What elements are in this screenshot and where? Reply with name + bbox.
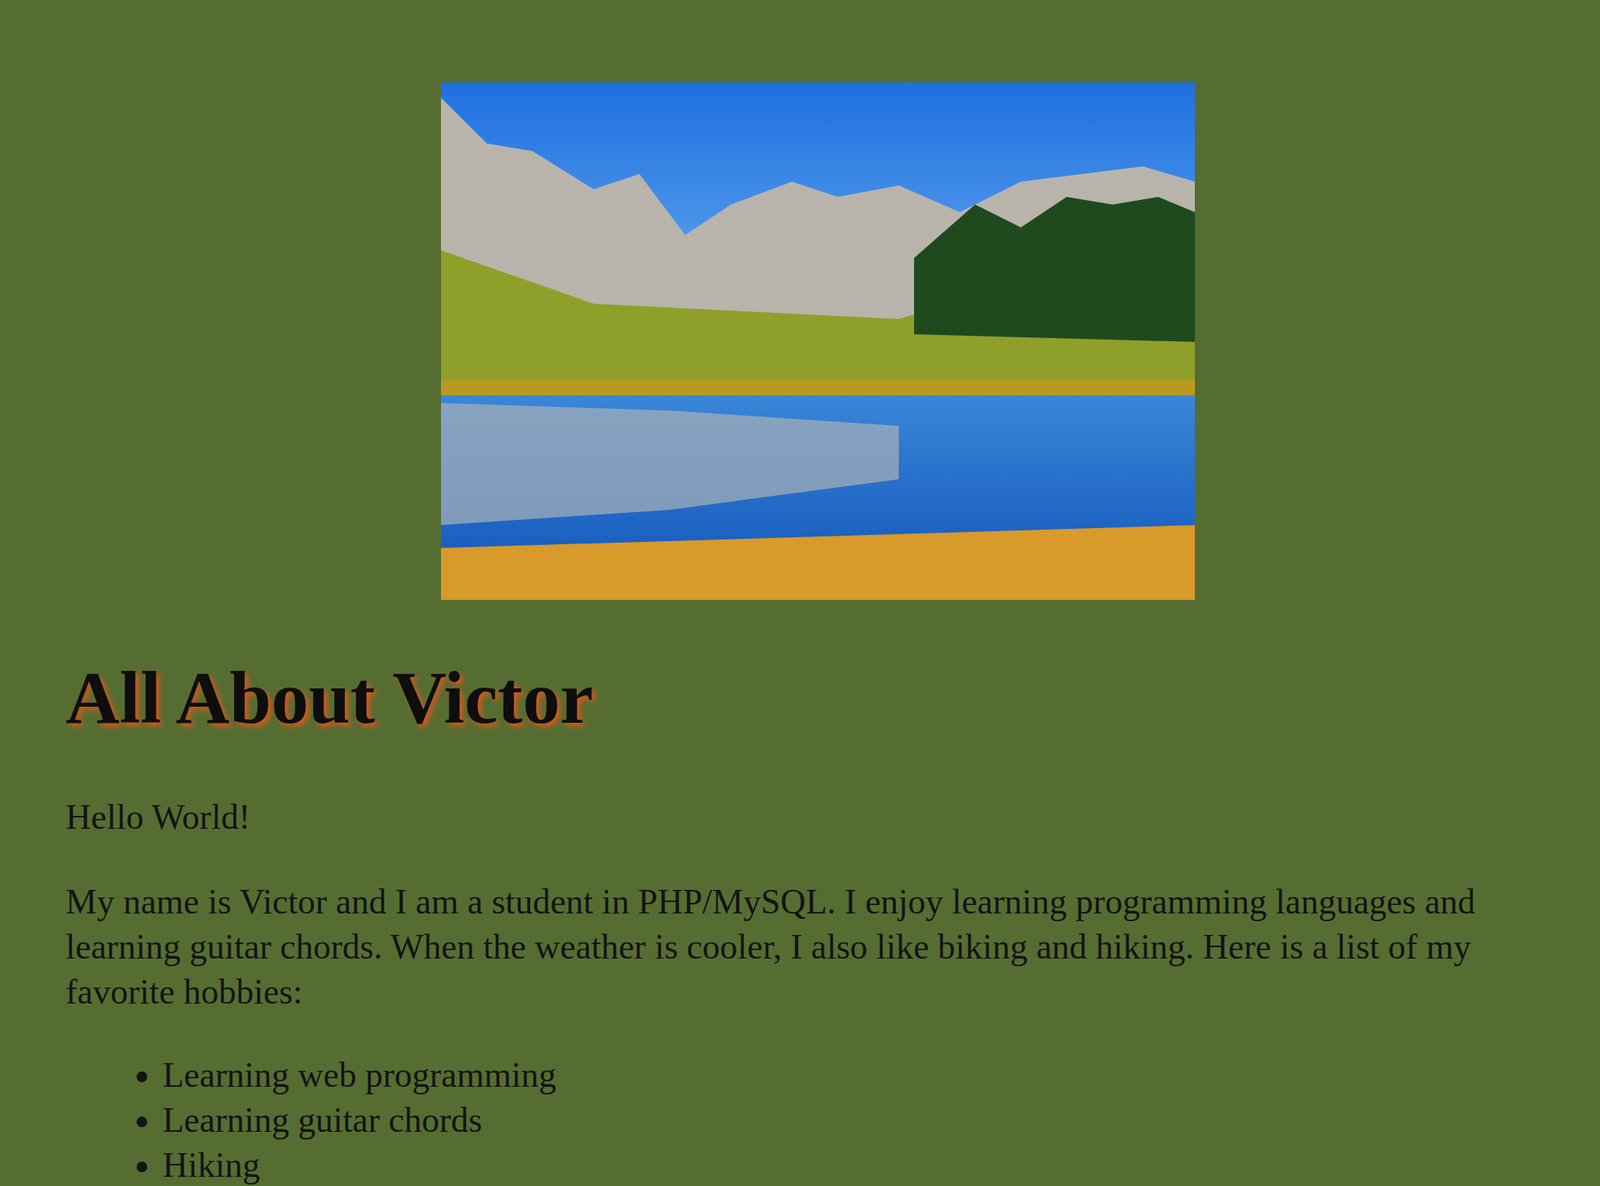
- hobby-item: Learning guitar chords: [162, 1097, 1570, 1143]
- paragraph: Hello World!: [65, 794, 1570, 840]
- page: All About Victor Hello World! My name is …: [0, 0, 1600, 1186]
- page-heading: All About Victor: [65, 652, 1570, 743]
- paragraph: My name is Victor and I am a student in …: [65, 878, 1570, 1015]
- hobby-list: Learning web programmingLearning guitar …: [65, 1052, 1570, 1186]
- landscape-icon: [441, 82, 1195, 600]
- hobby-item: Learning web programming: [162, 1052, 1570, 1098]
- landscape-photo: [441, 82, 1195, 600]
- hobby-item: Hiking: [162, 1142, 1570, 1186]
